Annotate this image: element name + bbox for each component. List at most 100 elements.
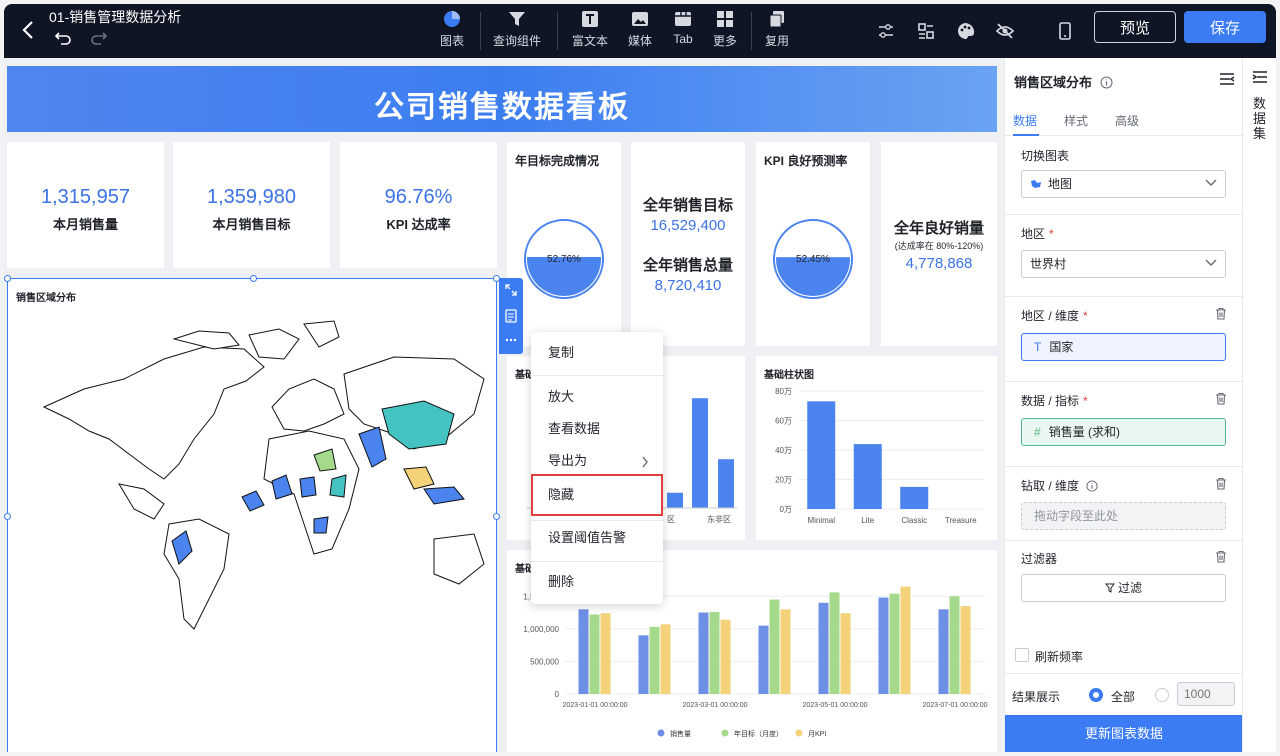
menu-item-copy[interactable]: 复制: [531, 338, 663, 368]
trash-icon[interactable]: [1215, 477, 1227, 490]
undo-icon[interactable]: [54, 30, 72, 46]
kpi-value: 1,315,957: [41, 186, 130, 208]
save-button[interactable]: 保存: [1184, 11, 1266, 43]
tool-query[interactable]: 查询组件: [490, 10, 544, 54]
trash-icon[interactable]: [1215, 550, 1227, 563]
collapse-panel-icon[interactable]: [1219, 72, 1235, 86]
bar: [720, 619, 731, 694]
filter-button[interactable]: 过滤: [1021, 574, 1226, 602]
kpi-card[interactable]: 96.76% KPI 达成率: [340, 142, 497, 268]
section-metric: 数据 / 指标 * # 销售量 (求和): [1005, 382, 1243, 467]
metric-field[interactable]: # 销售量 (求和): [1021, 418, 1226, 446]
collapse-dataset-icon[interactable]: [1252, 70, 1268, 84]
tool-media[interactable]: 媒体: [624, 10, 656, 54]
panel-title-text: 销售区域分布: [1014, 75, 1093, 90]
gauge-value: 52.45%: [796, 254, 830, 265]
x-tick-label: 2023-07-01 00:00:00: [923, 702, 988, 709]
annual-target-card[interactable]: 全年销售目标 16,529,400 全年销售总量 8,720,410: [631, 142, 745, 346]
dataset-tab[interactable]: 数据集: [1253, 96, 1267, 141]
bar: [900, 586, 911, 694]
resize-handle[interactable]: [250, 275, 257, 282]
resize-handle[interactable]: [493, 513, 500, 520]
map-title: 销售区域分布: [16, 293, 76, 304]
dimension-field[interactable]: T 国家: [1021, 333, 1226, 361]
expand-icon[interactable]: [505, 284, 517, 296]
chart-type-value: 地图: [1048, 177, 1073, 191]
gauge-card[interactable]: 年目标完成情况 52.76%: [507, 142, 621, 346]
region-select[interactable]: 世界村: [1021, 250, 1226, 278]
tool-more[interactable]: 更多: [710, 10, 740, 54]
good-sales-card[interactable]: 全年良好销量 (达成率在 80%-120%) 4,778,868: [881, 142, 997, 346]
x-tick-label: Lite: [861, 516, 874, 525]
toolbar-divider: [751, 12, 752, 50]
dimension-label-text: 地区 / 维度: [1021, 309, 1080, 323]
tool-tab[interactable]: Tab: [668, 10, 698, 54]
funnel-icon: [509, 12, 525, 26]
annual-target-label: 全年销售目标: [642, 197, 733, 214]
info-icon[interactable]: [1100, 76, 1113, 89]
more-dots-icon[interactable]: [505, 338, 517, 342]
menu-divider: [531, 520, 663, 521]
dashboard-banner: 公司销售数据看板: [7, 66, 997, 132]
pie-chart-icon: [444, 11, 460, 27]
palette-icon[interactable]: [956, 21, 976, 41]
x-tick-label: 2023-03-01 00:00:00: [683, 702, 748, 709]
update-chart-data-button[interactable]: 更新图表数据: [1005, 715, 1243, 752]
trash-icon[interactable]: [1215, 392, 1227, 405]
bar: [649, 626, 660, 694]
annual-total-value: 8,720,410: [654, 277, 722, 294]
gauge-title: 年目标完成情况: [515, 154, 600, 168]
section-filter: 过滤器 过滤: [1005, 541, 1243, 611]
x-tick-label: Treasure: [945, 516, 977, 525]
menu-item-zoom[interactable]: 放大: [531, 382, 663, 412]
mobile-icon[interactable]: [1055, 21, 1075, 41]
resize-handle[interactable]: [4, 513, 11, 520]
trash-icon[interactable]: [1215, 307, 1227, 320]
tool-chart[interactable]: 图表: [436, 10, 468, 54]
tool-reuse[interactable]: 复用: [762, 10, 792, 54]
layout-icon[interactable]: [916, 21, 936, 41]
result-limit-radio[interactable]: [1155, 688, 1169, 702]
map-card[interactable]: 销售区域分布: [4, 275, 500, 752]
drill-drop-zone[interactable]: 拖动字段至此处: [1021, 502, 1226, 530]
chart-card[interactable]: 基础柱状图 0万 20万 40万 60万 80万 Minimal Lite Classic Tr…: [756, 356, 997, 540]
menu-item-delete[interactable]: 删除: [531, 567, 663, 597]
preview-button[interactable]: 预览: [1094, 11, 1176, 43]
metric-label: 数据 / 指标 *: [1021, 392, 1088, 409]
kpi-card[interactable]: 1,359,980 本月销售目标: [173, 142, 330, 268]
chevron-right-icon: [642, 456, 648, 468]
tab-style[interactable]: 样式: [1064, 112, 1088, 129]
bar: [638, 635, 649, 694]
x-tick-label: 区: [667, 515, 675, 524]
liquid-gauge: 52.45%: [773, 219, 853, 299]
result-limit-input[interactable]: [1177, 682, 1235, 706]
resize-handle[interactable]: [4, 275, 11, 282]
tab-advanced[interactable]: 高级: [1115, 112, 1139, 129]
y-tick-label: 40万: [775, 446, 792, 455]
menu-item-threshold-alert[interactable]: 设置阈值告警: [531, 523, 663, 553]
result-all-radio[interactable]: [1089, 688, 1103, 702]
eye-off-icon[interactable]: [995, 21, 1015, 41]
y-tick-label: 0: [555, 690, 560, 699]
top-toolbar: 01-销售管理数据分析 图表 查询组件 富文本 媒体 Tab 更多 复用 预览 …: [4, 4, 1276, 58]
section-dimension: 地区 / 维度 * T 国家: [1005, 297, 1243, 382]
gauge-card[interactable]: KPI 良好预测率 52.45%: [756, 142, 870, 346]
kpi-card[interactable]: 1,315,957 本月销售量: [7, 142, 164, 268]
tool-richtext[interactable]: 富文本: [569, 10, 611, 54]
redo-icon[interactable]: [90, 30, 108, 46]
y-tick-label: 80万: [775, 387, 792, 396]
document-icon[interactable]: [505, 309, 517, 323]
sliders-icon[interactable]: [876, 21, 896, 41]
copy-icon: [769, 11, 784, 28]
info-icon[interactable]: [1086, 480, 1098, 492]
menu-item-view-data[interactable]: 查看数据: [531, 414, 663, 444]
text-type-icon: T: [1034, 340, 1042, 354]
back-arrow-icon[interactable]: [18, 18, 38, 42]
chart-type-select[interactable]: 地图: [1021, 170, 1226, 198]
map-icon: [1031, 180, 1041, 188]
highlight-box: [531, 474, 663, 516]
tab-data[interactable]: 数据: [1013, 112, 1037, 129]
toolbar-divider: [480, 12, 481, 50]
required-mark: *: [1083, 309, 1088, 323]
refresh-checkbox[interactable]: [1015, 648, 1029, 662]
